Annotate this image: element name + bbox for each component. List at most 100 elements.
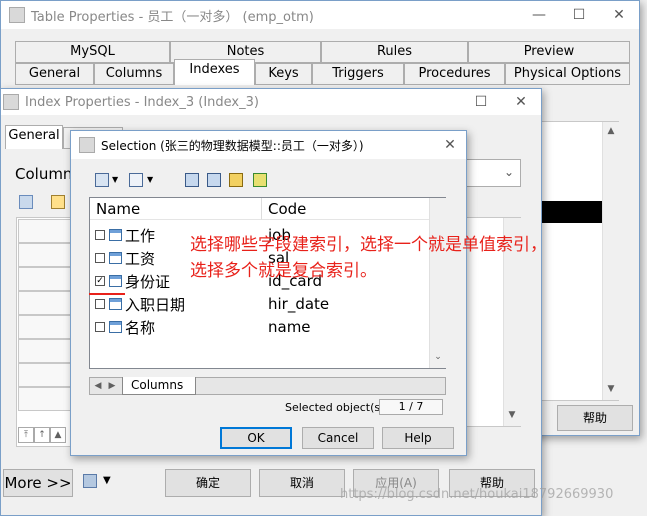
row-checkbox[interactable] — [95, 299, 105, 309]
list-item[interactable]: 入职日期 — [95, 293, 185, 315]
indexes-list-scrollbar[interactable]: ▲ ▼ — [602, 122, 619, 400]
grid-row-header[interactable] — [18, 267, 73, 291]
tab-general[interactable]: General — [15, 63, 94, 85]
annotation-line2: 选择多个就是复合索引。 — [190, 261, 377, 281]
annotation-underline — [89, 293, 125, 295]
watermark: https://blog.csdn.net/houkai18792669930 — [340, 487, 614, 502]
grid-row-header[interactable] — [18, 339, 73, 363]
index-cancel-button[interactable]: 取消 — [259, 469, 345, 497]
add-columns-icon[interactable] — [51, 195, 65, 209]
close-icon[interactable]: ✕ — [501, 88, 541, 116]
maximize-icon[interactable]: ☐ — [461, 88, 501, 116]
grid-row-header[interactable] — [18, 243, 73, 267]
row-name: 工资 — [125, 249, 156, 268]
properties-icon[interactable] — [19, 195, 33, 209]
column-icon — [109, 252, 122, 264]
grid-row-header[interactable] — [18, 363, 73, 387]
tab-index-general[interactable]: General — [5, 125, 63, 149]
tab-physical-options[interactable]: Physical Options — [505, 63, 630, 85]
table-properties-titlebar: Table Properties - 员工（一对多） (emp_otm) — ☐… — [1, 1, 639, 29]
scroll-down-icon[interactable]: ⌄ — [431, 350, 445, 364]
chevron-down-icon: ⌄ — [503, 165, 514, 179]
move-up-icon[interactable]: ↑ — [34, 427, 50, 443]
index-properties-titlebar: Index Properties - Index_3 (Index_3) ☐ ✕ — [1, 89, 541, 115]
list-item[interactable]: 名称 — [95, 316, 155, 338]
minimize-icon[interactable]: — — [519, 1, 559, 29]
column-icon — [109, 229, 122, 241]
annotation-line1: 选择哪些字段建索引，选择一个就是单值索引， — [190, 235, 547, 255]
row-code: name — [268, 318, 311, 336]
tab-columns[interactable]: Columns — [94, 63, 174, 85]
print-dropdown-icon[interactable]: ▼ — [103, 475, 111, 486]
table-help-button[interactable]: 帮助 — [557, 405, 633, 431]
move-up-icon[interactable]: ▲ — [50, 427, 66, 443]
indexes-selected-row — [542, 201, 602, 223]
list-item[interactable]: 工资 — [95, 247, 155, 269]
tab-procedures[interactable]: Procedures — [404, 63, 505, 85]
move-to-bottom-icon[interactable] — [207, 173, 221, 187]
tab-rules[interactable]: Rules — [321, 41, 468, 63]
more-button[interactable]: More >> — [3, 469, 73, 497]
window-app-icon — [3, 94, 19, 110]
index-properties-title: Index Properties - Index_3 (Index_3) — [25, 94, 259, 110]
header-code[interactable]: Code — [262, 198, 429, 220]
filter-icon[interactable] — [229, 173, 243, 187]
tab-scroll-right-icon[interactable]: ▶ — [105, 379, 119, 393]
column-icon — [109, 275, 122, 287]
row-name: 身份证 — [125, 272, 171, 291]
selected-count: 1 / 7 — [379, 399, 443, 415]
window-app-icon — [79, 137, 95, 153]
tab-scroll-left-icon[interactable]: ◀ — [91, 379, 105, 393]
close-icon[interactable]: ✕ — [434, 131, 466, 159]
window-app-icon — [9, 7, 25, 23]
row-name: 名称 — [125, 318, 156, 337]
bottom-tab-bar: ◀ ▶ Columns — [89, 377, 446, 395]
row-code: hir_date — [268, 295, 330, 313]
selection-ok-button[interactable]: OK — [220, 427, 292, 449]
header-name[interactable]: Name — [90, 198, 262, 220]
selection-dialog: Selection (张三的物理数据模型::员工（一对多）) ✕ ▼ ▼ Nam… — [70, 130, 467, 456]
row-checkbox[interactable] — [95, 253, 105, 263]
row-name: 工作 — [125, 226, 156, 245]
selection-cancel-button[interactable]: Cancel — [302, 427, 374, 449]
annotation-text: 选择哪些字段建索引，选择一个就是单值索引， 选择多个就是复合索引。 — [190, 232, 547, 284]
selection-titlebar: Selection (张三的物理数据模型::员工（一对多）) ✕ — [71, 131, 466, 159]
grid-row-header[interactable] — [18, 387, 73, 411]
tab-indexes[interactable]: Indexes — [174, 59, 255, 85]
chevron-down-icon[interactable]: ▼ — [112, 175, 118, 184]
move-to-top-icon[interactable] — [185, 173, 199, 187]
move-top-icon[interactable]: ⤒ — [18, 427, 34, 443]
scroll-up-icon[interactable]: ▲ — [604, 124, 618, 138]
tab-preview[interactable]: Preview — [468, 41, 630, 63]
row-checkbox-checked[interactable]: ✓ — [95, 276, 105, 286]
tab-keys[interactable]: Keys — [255, 63, 312, 85]
deselect-all-icon[interactable] — [129, 173, 143, 187]
grid-row-header[interactable] — [18, 291, 73, 315]
scroll-down-icon[interactable]: ▼ — [505, 408, 519, 422]
filter-check-icon[interactable] — [253, 173, 267, 187]
list-item[interactable]: 工作 — [95, 224, 155, 246]
chevron-down-icon[interactable]: ▼ — [147, 175, 153, 184]
row-checkbox[interactable] — [95, 230, 105, 240]
maximize-icon[interactable]: ☐ — [559, 1, 599, 29]
grid-row-header[interactable] — [18, 219, 73, 243]
tab-columns-bottom[interactable]: Columns — [122, 377, 196, 395]
column-icon — [109, 298, 122, 310]
close-icon[interactable]: ✕ — [599, 1, 639, 29]
tab-triggers[interactable]: Triggers — [312, 63, 404, 85]
print-icon[interactable] — [83, 474, 97, 488]
index-ok-button[interactable]: 确定 — [165, 469, 251, 497]
table-properties-title: Table Properties - 员工（一对多） (emp_otm) — [31, 9, 314, 25]
grid-row-header[interactable] — [18, 315, 73, 339]
select-all-icon[interactable] — [95, 173, 109, 187]
column-icon — [109, 321, 122, 333]
move-buttons: ⤒ ↑ ▲ — [18, 427, 73, 445]
tab-mysql[interactable]: MySQL — [15, 41, 170, 63]
scroll-down-icon[interactable]: ▼ — [604, 382, 618, 396]
selection-help-button[interactable]: Help — [382, 427, 454, 449]
selected-label: Selected object(s): — [285, 401, 389, 414]
selection-title: Selection (张三的物理数据模型::员工（一对多）) — [101, 138, 364, 153]
list-item[interactable]: ✓ 身份证 — [95, 270, 170, 292]
row-name: 入职日期 — [125, 295, 186, 314]
row-checkbox[interactable] — [95, 322, 105, 332]
